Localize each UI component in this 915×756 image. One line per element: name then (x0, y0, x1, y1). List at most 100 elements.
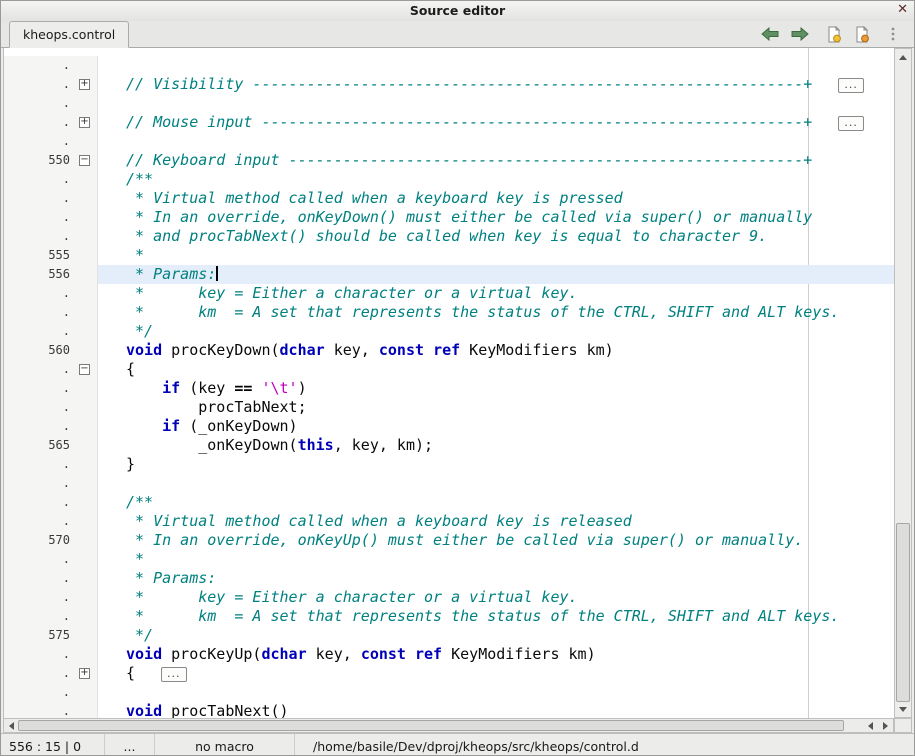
fold-collapse-icon[interactable]: − (79, 364, 90, 375)
scroll-down-button[interactable] (895, 703, 911, 715)
code-line[interactable]: . procTabNext; (4, 398, 894, 417)
code-text[interactable]: * Params: (98, 569, 894, 588)
code-line[interactable]: .void procTabNext() (4, 702, 894, 718)
code-line[interactable]: 575 */ (4, 626, 894, 645)
code-text[interactable]: if (_onKeyDown) (98, 417, 894, 436)
code-line[interactable]: . * Virtual method called when a keyboar… (4, 189, 894, 208)
scroll-left-button-2[interactable] (864, 719, 876, 732)
code-text[interactable]: void procKeyDown(dchar key, const ref Ke… (98, 341, 894, 360)
code-text[interactable]: /** (98, 170, 894, 189)
code-text[interactable]: * (98, 550, 894, 569)
code-line[interactable]: 565 _onKeyDown(this, key, km); (4, 436, 894, 455)
code-line[interactable]: . if (_onKeyDown) (4, 417, 894, 436)
code-text[interactable]: * (98, 246, 894, 265)
code-line[interactable]: . * (4, 550, 894, 569)
code-line[interactable]: 555 * (4, 246, 894, 265)
code-text[interactable]: // Keyboard input ----------------------… (98, 151, 894, 170)
code-line[interactable]: . * key = Either a character or a virtua… (4, 284, 894, 303)
code-line[interactable]: .−{ (4, 360, 894, 379)
code-text[interactable] (98, 132, 894, 151)
toolbar-handle[interactable] (882, 23, 904, 45)
fold-expand-icon[interactable]: + (79, 79, 90, 90)
code-line[interactable]: .+{... (4, 664, 894, 683)
scroll-right-button[interactable] (879, 719, 891, 732)
code-line[interactable]: . (4, 474, 894, 493)
new-document-button[interactable] (823, 23, 845, 45)
code-editor[interactable]: ..+// Visibility -----------------------… (3, 48, 894, 718)
vertical-scroll-track[interactable] (895, 64, 911, 702)
code-line[interactable]: . * In an override, onKeyDown() must eit… (4, 208, 894, 227)
close-icon[interactable]: ✕ (897, 2, 908, 17)
fold-collapse-icon[interactable]: − (79, 155, 90, 166)
code-text[interactable]: */ (98, 322, 894, 341)
code-text[interactable]: void procTabNext() (98, 702, 894, 718)
code-text[interactable]: * and procTabNext() should be called whe… (98, 227, 894, 246)
code-line[interactable]: . (4, 683, 894, 702)
code-line[interactable]: . (4, 56, 894, 75)
save-document-button[interactable] (851, 23, 873, 45)
titlebar[interactable]: Source editor ✕ (1, 1, 914, 22)
code-line[interactable]: ./** (4, 170, 894, 189)
statusbar-overflow-button[interactable]: ... (105, 734, 155, 756)
code-line[interactable]: . */ (4, 322, 894, 341)
fold-expand-icon[interactable]: + (79, 668, 90, 679)
code-text[interactable] (98, 94, 894, 113)
code-text[interactable]: * km = A set that represents the status … (98, 607, 894, 626)
code-text[interactable]: /** (98, 493, 894, 512)
code-text[interactable]: * Virtual method called when a keyboard … (98, 512, 894, 531)
code-text[interactable]: // Mouse input -------------------------… (98, 113, 894, 132)
scroll-left-button[interactable] (6, 719, 16, 732)
code-text[interactable] (98, 683, 894, 702)
folded-code-ellipsis[interactable]: ... (838, 78, 864, 93)
code-line[interactable]: . (4, 132, 894, 151)
code-line[interactable]: .+// Visibility ------------------------… (4, 75, 894, 94)
code-text[interactable]: procTabNext; (98, 398, 894, 417)
vertical-scrollbar[interactable] (894, 48, 912, 718)
code-text[interactable]: if (key == '\t') (98, 379, 894, 398)
code-line[interactable]: ./** (4, 493, 894, 512)
code-text[interactable]: void procKeyUp(dchar key, const ref KeyM… (98, 645, 894, 664)
code-text[interactable]: */ (98, 626, 894, 645)
code-text[interactable] (98, 56, 894, 75)
code-line[interactable]: 556 * Params: (4, 265, 894, 284)
code-text[interactable] (98, 474, 894, 493)
code-line[interactable]: .void procKeyUp(dchar key, const ref Key… (4, 645, 894, 664)
code-line[interactable]: . * km = A set that represents the statu… (4, 303, 894, 322)
code-text[interactable]: {... (98, 664, 894, 683)
folded-code-ellipsis[interactable]: ... (838, 116, 864, 131)
code-area[interactable]: ..+// Visibility -----------------------… (4, 48, 894, 718)
code-text[interactable]: { (98, 360, 894, 379)
code-line[interactable]: . * Params: (4, 569, 894, 588)
scroll-up-button[interactable] (895, 51, 911, 63)
code-text[interactable]: * key = Either a character or a virtual … (98, 284, 894, 303)
horizontal-scrollbar[interactable] (3, 718, 894, 733)
code-line[interactable]: . * and procTabNext() should be called w… (4, 227, 894, 246)
folded-code-ellipsis[interactable]: ... (161, 667, 187, 682)
code-text[interactable]: * In an override, onKeyUp() must either … (98, 531, 894, 550)
code-line[interactable]: . if (key == '\t') (4, 379, 894, 398)
vertical-scroll-thumb[interactable] (896, 523, 910, 702)
code-line[interactable]: .} (4, 455, 894, 474)
code-text[interactable]: _onKeyDown(this, key, km); (98, 436, 894, 455)
code-text[interactable]: * key = Either a character or a virtual … (98, 588, 894, 607)
code-text[interactable]: * In an override, onKeyDown() must eithe… (98, 208, 894, 227)
code-text[interactable]: * Params: (98, 265, 894, 284)
code-text[interactable]: // Visibility --------------------------… (98, 75, 894, 94)
code-line[interactable]: 560void procKeyDown(dchar key, const ref… (4, 341, 894, 360)
go-forward-button[interactable] (789, 23, 811, 45)
horizontal-scroll-track[interactable] (18, 719, 861, 732)
code-line[interactable]: . (4, 94, 894, 113)
code-text[interactable]: * km = A set that represents the status … (98, 303, 894, 322)
code-text[interactable]: * Virtual method called when a keyboard … (98, 189, 894, 208)
code-line[interactable]: .+// Mouse input -----------------------… (4, 113, 894, 132)
code-line[interactable]: 570 * In an override, onKeyUp() must eit… (4, 531, 894, 550)
code-line[interactable]: 550−// Keyboard input ------------------… (4, 151, 894, 170)
code-line[interactable]: . * key = Either a character or a virtua… (4, 588, 894, 607)
code-line[interactable]: . * km = A set that represents the statu… (4, 607, 894, 626)
tab-kheops-control[interactable]: kheops.control (9, 21, 129, 48)
go-back-button[interactable] (759, 23, 781, 45)
horizontal-scroll-thumb[interactable] (18, 720, 844, 731)
fold-expand-icon[interactable]: + (79, 117, 90, 128)
code-text[interactable]: } (98, 455, 894, 474)
code-line[interactable]: . * Virtual method called when a keyboar… (4, 512, 894, 531)
